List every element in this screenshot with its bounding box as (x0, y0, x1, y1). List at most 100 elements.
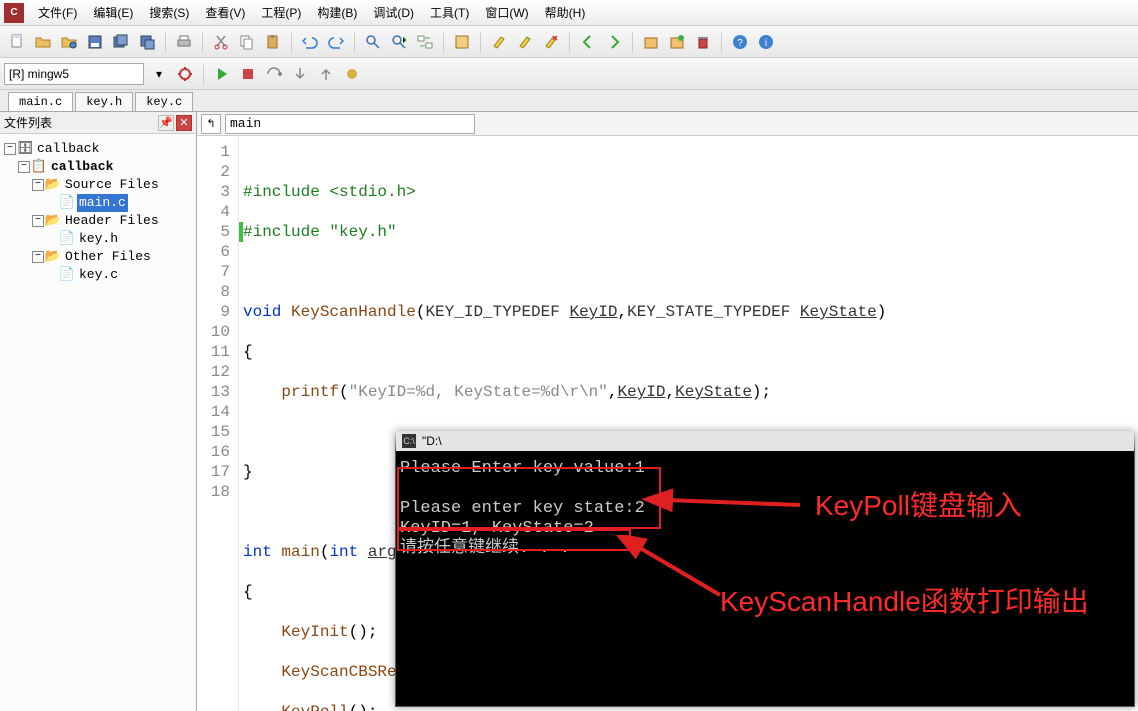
menu-bar: C 文件(F) 编辑(E) 搜索(S) 查看(V) 工程(P) 构建(B) 调试… (0, 0, 1138, 26)
tree-project[interactable]: − 📋 callback (4, 158, 192, 176)
tree-toggle-icon[interactable]: − (32, 251, 44, 263)
console-body: Please Enter key value:1 Please enter ke… (396, 451, 1134, 567)
toolbar-sep (202, 32, 203, 52)
step-out-button[interactable] (315, 63, 337, 85)
file-tab-key-c[interactable]: key.c (135, 92, 193, 111)
build-button[interactable] (640, 31, 662, 53)
find-button[interactable] (362, 31, 384, 53)
tree-header-files[interactable]: − 📂 Header Files (4, 212, 192, 230)
tree-label: Source Files (63, 176, 161, 194)
tree-label: key.c (77, 266, 120, 284)
help-button[interactable]: ? (729, 31, 751, 53)
tree-label: main.c (77, 194, 128, 212)
toolbar-sep (203, 64, 204, 84)
clean-button[interactable] (692, 31, 714, 53)
about-button[interactable]: i (755, 31, 777, 53)
toolbar-sep (632, 32, 633, 52)
toolbar-sep (480, 32, 481, 52)
tree-toggle-icon[interactable]: − (18, 161, 30, 173)
svg-text:?: ? (737, 38, 743, 49)
file-tab-main-c[interactable]: main.c (8, 92, 73, 111)
paste-button[interactable] (262, 31, 284, 53)
step-into-button[interactable] (289, 63, 311, 85)
console-title-text: "D:\ (422, 434, 442, 448)
menu-edit[interactable]: 编辑(E) (85, 0, 141, 25)
toolbar-sep (443, 32, 444, 52)
file-tabs: main.c key.h key.c (0, 90, 1138, 112)
config-settings-button[interactable] (174, 63, 196, 85)
pin-icon[interactable]: 📌 (158, 115, 174, 131)
editor-scope-bar: ↰ (197, 112, 1138, 136)
tree-label: key.h (77, 230, 120, 248)
scope-select[interactable] (225, 114, 475, 134)
tree-file-key-c[interactable]: 📄 key.c (4, 266, 192, 284)
tree-workspace[interactable]: − 🗄 callback (4, 140, 192, 158)
menu-help[interactable]: 帮助(H) (537, 0, 594, 25)
toolbar-sep (721, 32, 722, 52)
console-icon: C:\ (402, 434, 416, 448)
rebuild-button[interactable] (666, 31, 688, 53)
file-tab-key-h[interactable]: key.h (75, 92, 133, 111)
save-copy-button[interactable] (136, 31, 158, 53)
breakpoint-button[interactable] (341, 63, 363, 85)
redo-button[interactable] (325, 31, 347, 53)
tree-file-key-h[interactable]: 📄 key.h (4, 230, 192, 248)
stop-button[interactable] (237, 63, 259, 85)
close-panel-button[interactable]: ✕ (176, 115, 192, 131)
tree-label: Other Files (63, 248, 153, 266)
c-file-icon: 📄 (60, 268, 74, 282)
save-all-button[interactable] (110, 31, 132, 53)
find-next-button[interactable] (388, 31, 410, 53)
c-file-icon: 📄 (60, 196, 74, 210)
save-button[interactable] (84, 31, 106, 53)
tree-toggle-icon[interactable]: − (32, 215, 44, 227)
new-file-button[interactable] (6, 31, 28, 53)
tree-label: Header Files (63, 212, 161, 230)
menu-project[interactable]: 工程(P) (253, 0, 309, 25)
file-list-panel: 文件列表 📌 ✕ − 🗄 callback − 📋 callback − 📂 (0, 112, 197, 711)
replace-button[interactable] (414, 31, 436, 53)
cut-button[interactable] (210, 31, 232, 53)
tree-toggle-icon[interactable]: − (4, 143, 16, 155)
tree-toggle-icon[interactable]: − (32, 179, 44, 191)
highlight-clear-button[interactable] (540, 31, 562, 53)
config-select[interactable] (4, 63, 144, 85)
open-recent-button[interactable] (58, 31, 80, 53)
toggle-bookmark-button[interactable] (451, 31, 473, 53)
menu-window[interactable]: 窗口(W) (477, 0, 536, 25)
tree-label: callback (35, 140, 101, 158)
undo-button[interactable] (299, 31, 321, 53)
folder-icon: 📂 (46, 178, 60, 192)
toolbar-sep (354, 32, 355, 52)
menu-debug[interactable]: 调试(D) (365, 0, 422, 25)
tree-file-main-c[interactable]: 📄 main.c (4, 194, 192, 212)
copy-button[interactable] (236, 31, 258, 53)
highlight-next-button[interactable] (514, 31, 536, 53)
tree-source-files[interactable]: − 📂 Source Files (4, 176, 192, 194)
nav-forward-button[interactable] (603, 31, 625, 53)
line-gutter: 123456789101112131415161718 (197, 136, 239, 711)
toolbar-sep (569, 32, 570, 52)
nav-back-button[interactable] (577, 31, 599, 53)
run-button[interactable] (211, 63, 233, 85)
config-dropdown-button[interactable]: ▾ (148, 63, 170, 85)
menu-file[interactable]: 文件(F) (30, 0, 85, 25)
highlight-button[interactable] (488, 31, 510, 53)
folder-icon: 📂 (46, 214, 60, 228)
console-titlebar[interactable]: C:\ "D:\ (396, 431, 1134, 451)
h-file-icon: 📄 (60, 232, 74, 246)
menu-tools[interactable]: 工具(T) (422, 0, 477, 25)
print-button[interactable] (173, 31, 195, 53)
menu-build[interactable]: 构建(B) (309, 0, 365, 25)
project-icon: 📋 (32, 160, 46, 174)
tree-other-files[interactable]: − 📂 Other Files (4, 248, 192, 266)
open-button[interactable] (32, 31, 54, 53)
workspace-icon: 🗄 (18, 142, 32, 156)
menu-view[interactable]: 查看(V) (197, 0, 253, 25)
menu-search[interactable]: 搜索(S) (141, 0, 197, 25)
console-window[interactable]: C:\ "D:\ Please Enter key value:1 Please… (395, 431, 1135, 707)
step-over-button[interactable] (263, 63, 285, 85)
svg-text:i: i (765, 38, 767, 49)
file-list-title-bar: 文件列表 📌 ✕ (0, 112, 196, 134)
scope-up-button[interactable]: ↰ (201, 114, 221, 134)
